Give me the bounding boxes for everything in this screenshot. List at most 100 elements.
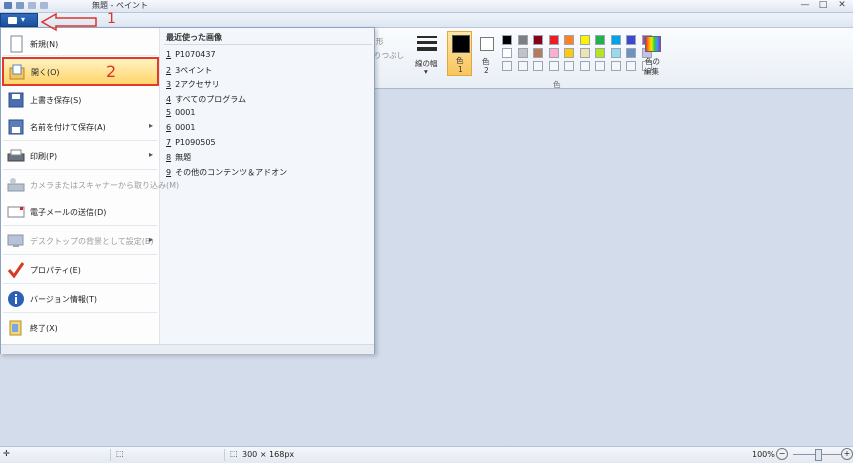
- recent-image-item[interactable]: 7 P1090505: [166, 138, 216, 147]
- menu-item-open-folder[interactable]: 開く(O): [2, 57, 159, 86]
- zoom-in-button[interactable]: +: [841, 448, 853, 460]
- menu-item-label: デスクトップの背景として設定(B): [30, 237, 154, 246]
- recent-images-title: 最近使った画像: [166, 33, 222, 42]
- file-menu-dropdown: 新規(N) 開く(O) 上書き保存(S) 名前を付けて保存(A) ▸ 印刷(P) ▸ カメラま…: [0, 27, 375, 354]
- edit-colors-icon[interactable]: [645, 36, 661, 52]
- palette-empty-swatch[interactable]: [579, 61, 590, 71]
- palette-swatch[interactable]: [595, 48, 605, 58]
- menu-separator: [3, 140, 157, 141]
- menu-item-scanner: カメラまたはスキャナーから取り込み(M): [3, 172, 179, 198]
- exit-icon: [7, 319, 25, 337]
- minimize-button[interactable]: —: [797, 0, 813, 11]
- menu-item-label: 名前を付けて保存(A): [30, 123, 106, 132]
- palette-swatch[interactable]: [564, 48, 574, 58]
- ribbon-tab-row: ▾: [0, 13, 853, 28]
- submenu-arrow-icon: ▸: [148, 235, 153, 244]
- menu-item-label: カメラまたはスキャナーから取り込み(M): [30, 181, 180, 190]
- recent-image-item[interactable]: 6 0001: [166, 123, 195, 132]
- menu-separator: [3, 254, 157, 255]
- line-width-chevron-icon[interactable]: ▾: [424, 67, 428, 76]
- annotation-arrow: [40, 12, 97, 32]
- annotation-step-1: 1: [107, 11, 116, 27]
- shape-fill-label[interactable]: りつぶし: [374, 50, 404, 61]
- menu-item-new-file[interactable]: 新規(N): [3, 31, 157, 57]
- submenu-arrow-icon: ▸: [148, 121, 153, 130]
- annotation-step-2: 2: [106, 62, 117, 81]
- recent-item-name: 2アクセサリ: [175, 80, 220, 90]
- recent-image-item[interactable]: 3 2アクセサリ: [166, 79, 220, 90]
- menu-item-label: 上書き保存(S): [30, 96, 82, 105]
- palette-swatch[interactable]: [579, 48, 590, 58]
- palette-empty-swatch[interactable]: [610, 61, 621, 71]
- color1-button[interactable]: 色 1: [447, 31, 472, 76]
- menu-item-save[interactable]: 上書き保存(S): [3, 87, 157, 113]
- palette-swatch[interactable]: [502, 35, 512, 45]
- menu-item-printer[interactable]: 印刷(P) ▸: [3, 143, 157, 169]
- palette-swatch[interactable]: [533, 48, 543, 58]
- recent-item-number: 3: [166, 80, 172, 90]
- recent-item-number: 9: [166, 167, 172, 177]
- palette-empty-swatch[interactable]: [548, 61, 559, 71]
- palette-empty-swatch[interactable]: [502, 61, 512, 71]
- menu-item-label: 新規(N): [30, 40, 59, 49]
- palette-swatch[interactable]: [564, 35, 574, 45]
- shape-outline-label[interactable]: 形: [376, 36, 384, 47]
- palette-swatch[interactable]: [579, 35, 590, 45]
- recent-image-item[interactable]: 9 その他のコンテンツ＆アドオン: [166, 167, 287, 178]
- recent-image-item[interactable]: 4 すべてのプログラム: [166, 94, 246, 105]
- title-bar: 無題 - ペイント — □ ✕: [0, 0, 853, 13]
- palette-swatch[interactable]: [517, 35, 528, 45]
- palette-swatch[interactable]: [548, 35, 559, 45]
- menu-separator: [3, 225, 157, 226]
- zoom-out-button[interactable]: −: [776, 448, 788, 460]
- recent-image-item[interactable]: 1 P1070437: [166, 50, 216, 59]
- edit-colors-label-line2[interactable]: 編集: [644, 66, 659, 77]
- menu-item-email[interactable]: 電子メールの送信(D): [3, 199, 157, 225]
- recent-item-number: 6: [166, 123, 172, 132]
- palette-empty-swatch[interactable]: [595, 61, 605, 71]
- submenu-arrow-icon: ▸: [148, 150, 153, 159]
- palette-empty-swatch[interactable]: [517, 61, 528, 71]
- open-folder-icon: [8, 63, 26, 81]
- palette-swatch[interactable]: [517, 48, 528, 58]
- recent-image-item[interactable]: 5 0001: [166, 108, 195, 117]
- file-menu-icon: [8, 17, 17, 24]
- file-menu-commands: 新規(N) 開く(O) 上書き保存(S) 名前を付けて保存(A) ▸ 印刷(P) ▸ カメラま…: [1, 28, 179, 344]
- palette-empty-swatch[interactable]: [626, 61, 636, 71]
- menu-item-label: プロパティ(E): [30, 266, 81, 275]
- color2-button[interactable]: [480, 37, 494, 51]
- menu-item-exit[interactable]: 終了(X): [3, 315, 157, 341]
- palette-swatch[interactable]: [626, 35, 636, 45]
- palette-swatch[interactable]: [595, 35, 605, 45]
- menu-item-info[interactable]: バージョン情報(T): [3, 286, 157, 312]
- recent-item-number: 8: [166, 153, 172, 163]
- recent-item-name: すべてのプログラム: [175, 94, 246, 104]
- quick-save-icon[interactable]: [16, 2, 24, 9]
- scanner-icon: [7, 176, 25, 194]
- printer-icon: [7, 147, 25, 165]
- menu-item-checkmark[interactable]: プロパティ(E): [3, 257, 157, 283]
- menu-item-save-as[interactable]: 名前を付けて保存(A) ▸: [3, 114, 157, 140]
- palette-swatch[interactable]: [533, 35, 543, 45]
- palette-swatch[interactable]: [626, 48, 636, 58]
- maximize-button[interactable]: □: [815, 0, 831, 11]
- zoom-slider-thumb[interactable]: [815, 449, 822, 461]
- recent-item-name: 0001: [175, 108, 196, 118]
- redo-icon[interactable]: [40, 2, 48, 9]
- file-menu-button[interactable]: ▾: [0, 13, 38, 27]
- palette-swatch[interactable]: [610, 48, 621, 58]
- status-bar: ✛ ⬚ ⬚ 300 × 168px 100% − +: [0, 446, 853, 463]
- palette-swatch[interactable]: [548, 48, 559, 58]
- recent-image-item[interactable]: 2 3ペイント: [166, 65, 212, 76]
- palette-empty-swatch[interactable]: [564, 61, 574, 71]
- close-button[interactable]: ✕: [834, 0, 850, 11]
- undo-icon[interactable]: [28, 2, 36, 9]
- recent-image-item[interactable]: 8 無題: [166, 152, 191, 163]
- chevron-down-icon: ▾: [21, 15, 26, 24]
- palette-swatch[interactable]: [610, 35, 621, 45]
- recent-item-number: 4: [166, 94, 172, 104]
- line-width-icon[interactable]: [417, 36, 437, 54]
- palette-empty-swatch[interactable]: [533, 61, 543, 71]
- palette-swatch[interactable]: [502, 48, 512, 58]
- checkmark-icon: [7, 261, 25, 279]
